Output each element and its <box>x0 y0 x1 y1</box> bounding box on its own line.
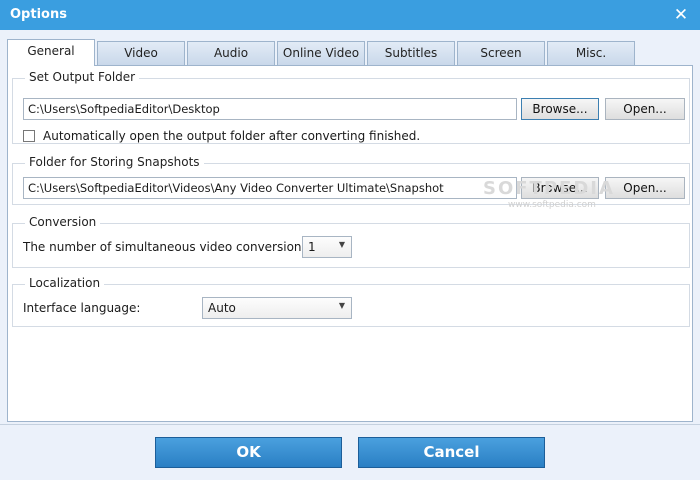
tab-online-video[interactable]: Online Video <box>277 41 365 65</box>
window-title: Options <box>10 7 67 22</box>
softpedia-watermark-url: www.softpedia.com <box>508 200 596 210</box>
conversion-count-dropdown[interactable]: 1 ▼ <box>302 236 352 258</box>
snapshots-legend: Folder for Storing Snapshots <box>25 155 204 169</box>
conversion-group: Conversion The number of simultaneous vi… <box>12 215 690 268</box>
tab-general[interactable]: General <box>7 39 95 66</box>
conversion-legend: Conversion <box>25 215 101 229</box>
cancel-button[interactable]: Cancel <box>358 437 545 468</box>
tab-video[interactable]: Video <box>97 41 185 65</box>
snapshots-path-field[interactable]: C:\Users\SoftpediaEditor\Videos\Any Vide… <box>23 177 517 199</box>
general-panel: Set Output Folder C:\Users\SoftpediaEdit… <box>7 65 693 422</box>
language-value: Auto <box>208 301 236 315</box>
dialog-footer: OK Cancel <box>0 424 700 480</box>
output-folder-open-button[interactable]: Open... <box>605 98 685 120</box>
localization-legend: Localization <box>25 276 105 290</box>
tab-audio[interactable]: Audio <box>187 41 275 65</box>
output-folder-path-field[interactable]: C:\Users\SoftpediaEditor\Desktop <box>23 98 517 120</box>
language-label: Interface language: <box>23 301 141 315</box>
auto-open-label: Automatically open the output folder aft… <box>43 129 421 143</box>
ok-button[interactable]: OK <box>155 437 342 468</box>
chevron-down-icon: ▼ <box>338 301 345 310</box>
tab-subtitles[interactable]: Subtitles <box>367 41 455 65</box>
localization-group: Localization Interface language: Auto ▼ <box>12 276 690 327</box>
title-bar: Options ✕ <box>0 0 700 30</box>
close-icon[interactable]: ✕ <box>670 4 692 26</box>
output-folder-group: Set Output Folder C:\Users\SoftpediaEdit… <box>12 70 690 144</box>
softpedia-watermark: SOFTPEDIA <box>483 178 615 199</box>
tab-misc[interactable]: Misc. <box>547 41 635 65</box>
language-dropdown[interactable]: Auto ▼ <box>202 297 352 319</box>
conversion-label: The number of simultaneous video convers… <box>23 240 306 254</box>
output-folder-browse-button[interactable]: Browse... <box>521 98 599 120</box>
chevron-down-icon: ▼ <box>338 240 345 249</box>
snapshots-open-button[interactable]: Open... <box>605 177 685 199</box>
tab-screen-record[interactable]: Screen Record <box>457 41 545 82</box>
output-folder-legend: Set Output Folder <box>25 70 140 84</box>
conversion-count-value: 1 <box>308 240 316 254</box>
auto-open-checkbox[interactable] <box>23 130 35 142</box>
